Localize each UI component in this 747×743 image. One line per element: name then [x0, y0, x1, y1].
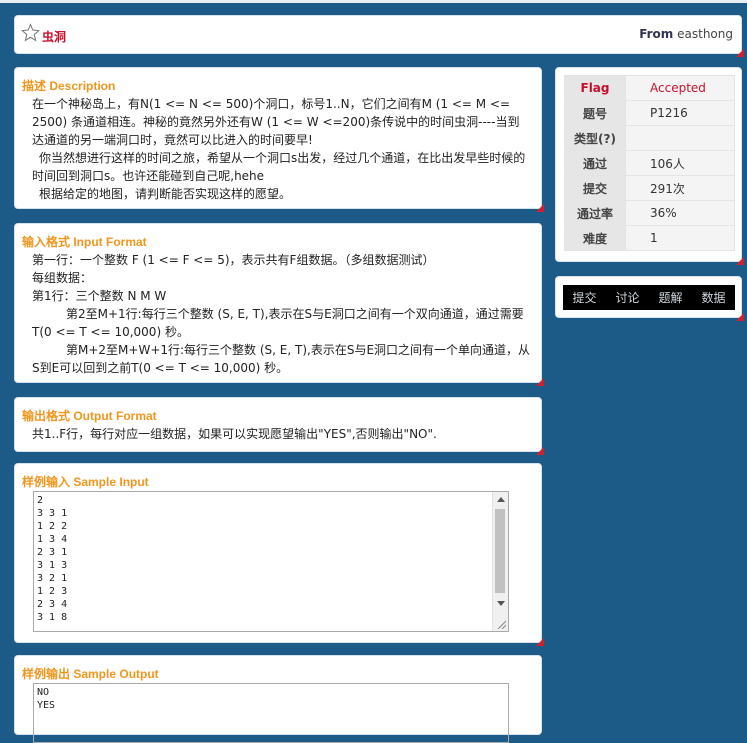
description-body: 在一个神秘岛上，有N(1 <= N <= 500)个洞口，标号1..N，它们之间…: [32, 95, 531, 203]
info-value: P1216: [625, 100, 735, 126]
resize-grip-icon[interactable]: [497, 620, 506, 629]
sample-output-title: 样例输出 Sample Output: [22, 667, 159, 681]
sample-output-line: YES: [37, 700, 56, 711]
info-key: Flag: [564, 75, 626, 101]
info-value: 36%: [625, 200, 735, 226]
info-value-status: Accepted: [625, 75, 735, 101]
input-format-body: 第一行：一个整数 F (1 <= F <= 5)，表示共有F组数据。（多组数据测…: [32, 251, 531, 377]
description-paragraph: 你当然想进行这样的时间之旅，希望从一个洞口s出发，经过几个通道，在比出发早些时候…: [32, 151, 526, 183]
scroll-down-icon[interactable]: [497, 601, 505, 606]
sample-input-lines: 2 3 3 1 1 2 2 1 3 4 2 3 1 3 1 3 3 2 1 1 …: [37, 494, 67, 624]
sample-input-line: 3 1 3: [37, 560, 68, 571]
scrollbar-thumb[interactable]: [495, 509, 505, 593]
sample-input-line: 3 3 1: [37, 508, 68, 519]
author-link[interactable]: easthong: [677, 27, 733, 41]
from-label: From: [639, 27, 674, 41]
corner-fold-icon: [736, 49, 744, 57]
sample-input-section: 样例输入 Sample Input 2 3 3 1 1 2 2 1 3 4 2 …: [14, 463, 544, 646]
sample-input-line: 1 3 4: [37, 534, 68, 545]
input-format-line: 第1行：三个整数 N M W: [32, 289, 167, 303]
problem-title: 虫洞: [42, 30, 67, 44]
author-line: From easthong: [639, 27, 733, 41]
sample-input-line: 3 1 8: [37, 612, 68, 623]
corner-fold-icon: [536, 204, 544, 212]
info-key: 难度: [564, 225, 626, 251]
output-format-text: 共1..F行，每行对应一组数据，如果可以实现愿望输出"YES",否则输出"NO"…: [32, 427, 437, 441]
textarea-scrollbar[interactable]: [492, 492, 508, 631]
nav-discuss-link[interactable]: 讨论: [615, 289, 639, 306]
description-section: 描述 Description 在一个神秘岛上，有N(1 <= N <= 500)…: [14, 67, 544, 212]
nav-solutions-link[interactable]: 题解: [658, 289, 682, 306]
sample-input-line: 3 2 1: [37, 573, 68, 584]
info-value: 291次: [625, 175, 735, 201]
sample-output-textarea[interactable]: NO YES: [33, 683, 509, 743]
corner-fold-icon: [536, 378, 544, 386]
problem-header: 虫洞 From easthong: [14, 15, 744, 57]
info-row-id: 题号 P1216: [564, 100, 735, 126]
info-row-type: 类型(?): [564, 125, 735, 151]
info-row-flag: Flag Accepted: [564, 75, 735, 101]
sample-input-line: 2: [37, 495, 44, 506]
description-paragraph: 在一个神秘岛上，有N(1 <= N <= 500)个洞口，标号1..N，它们之间…: [32, 97, 520, 147]
problem-info-table: Flag Accepted 题号 P1216 类型(?) 通过 106人 提交 …: [564, 75, 735, 251]
info-key: 提交: [564, 175, 626, 201]
input-format-line: 每组数据：: [32, 271, 93, 285]
info-key: 通过率: [564, 200, 626, 226]
problem-nav-bar: 提交 讨论 题解 数据: [563, 285, 735, 310]
description-title: 描述 Description: [22, 79, 116, 93]
sample-input-textarea[interactable]: 2 3 3 1 1 2 2 1 3 4 2 3 1 3 1 3 3 2 1 1 …: [33, 491, 509, 632]
output-format-title: 输出格式 Output Format: [22, 409, 157, 423]
nav-submit-link[interactable]: 提交: [572, 289, 596, 306]
description-paragraph: 根据给定的地图，请判断能否实现这样的愿望。: [39, 187, 292, 201]
problem-nav-panel: 提交 讨论 题解 数据: [555, 276, 744, 321]
input-format-line: 第2至M+1行:每行三个整数 (S, E, T),表示在S与E洞口之间有一个双向…: [32, 307, 524, 339]
info-row-difficulty: 难度 1: [564, 225, 735, 251]
top-border: [0, 0, 747, 3]
corner-fold-icon: [736, 257, 744, 265]
sample-input-line: 1 2 3: [37, 586, 68, 597]
star-icon[interactable]: [21, 23, 40, 42]
info-key-type-link[interactable]: 类型(?): [564, 125, 626, 151]
output-format-section: 输出格式 Output Format 共1..F行，每行对应一组数据，如果可以实…: [14, 397, 544, 455]
sample-input-title: 样例输入 Sample Input: [22, 475, 149, 489]
info-row-passed: 通过 106人: [564, 150, 735, 176]
sample-output-lines: NO YES: [37, 686, 55, 712]
corner-fold-icon: [536, 638, 544, 646]
info-key: 通过: [564, 150, 626, 176]
info-value: [625, 125, 735, 151]
input-format-line: 第M+2至M+W+1行:每行三个整数 (S, E, T),表示在S与E洞口之间有…: [32, 343, 531, 375]
sample-output-line: NO: [37, 687, 50, 698]
sample-input-line: 2 3 4: [37, 599, 68, 610]
info-value: 1: [625, 225, 735, 251]
nav-data-link[interactable]: 数据: [701, 289, 725, 306]
info-row-rate: 通过率 36%: [564, 200, 735, 226]
sample-input-line: 2 3 1: [37, 547, 68, 558]
input-format-line: 第一行：一个整数 F (1 <= F <= 5)，表示共有F组数据。（多组数据测…: [32, 253, 435, 267]
info-row-submitted: 提交 291次: [564, 175, 735, 201]
input-format-section: 输入格式 Input Format 第一行：一个整数 F (1 <= F <= …: [14, 223, 544, 386]
problem-info-panel: Flag Accepted 题号 P1216 类型(?) 通过 106人 提交 …: [555, 67, 744, 265]
info-value: 106人: [625, 150, 735, 176]
scroll-up-icon[interactable]: [497, 497, 505, 502]
input-format-title: 输入格式 Input Format: [22, 235, 147, 249]
info-key: 题号: [564, 100, 626, 126]
corner-fold-icon: [736, 313, 744, 321]
corner-fold-icon: [536, 447, 544, 455]
sample-output-section: 样例输出 Sample Output NO YES: [14, 655, 542, 743]
output-format-body: 共1..F行，每行对应一组数据，如果可以实现愿望输出"YES",否则输出"NO"…: [32, 425, 531, 443]
sample-input-line: 1 2 2: [37, 521, 68, 532]
